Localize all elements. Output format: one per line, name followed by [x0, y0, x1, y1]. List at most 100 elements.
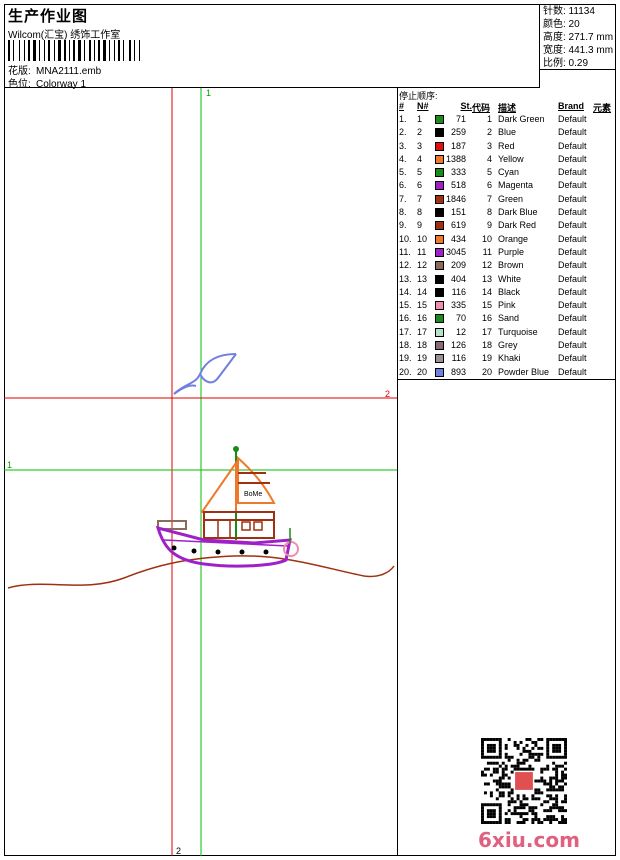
barcode-bar	[96, 40, 97, 61]
row-stitches: 335	[450, 300, 466, 311]
row-description: Khaki	[498, 353, 521, 364]
stitch-count: 针数: 11134	[543, 6, 595, 17]
row-index: 1.	[399, 114, 407, 124]
barcode-bar	[92, 40, 93, 61]
color-swatch	[435, 301, 444, 311]
row-stitches: 434	[450, 233, 466, 244]
row-needle: 13	[417, 273, 428, 284]
header-panel: 生产作业图 Wilcom(汇宝) 绣饰工作室 花版: MNA2111.emb 色位…	[4, 4, 540, 90]
header-brand: Brand	[558, 101, 585, 111]
barcode-bar	[116, 40, 117, 61]
row-needle: 15	[417, 300, 428, 311]
color-row: 13. 13 404 13 White Default	[398, 274, 616, 287]
barcode-bar	[136, 40, 138, 61]
row-code: 7	[486, 193, 492, 204]
color-table-rows: 1. 1 71 1 Dark Green Default 2. 2 259 2 Blue Defaul…	[398, 114, 616, 380]
row-code: 9	[486, 220, 492, 231]
row-stitches: 209	[450, 260, 466, 271]
row-index: 15.	[399, 300, 412, 311]
color-swatch	[435, 367, 444, 377]
sail-text: BoMe	[244, 491, 262, 498]
green-guide-label-top: 1	[206, 88, 211, 98]
row-brand: Default	[558, 340, 587, 351]
barcode-bar	[44, 40, 45, 61]
color-swatch	[435, 314, 444, 324]
row-brand: Default	[558, 366, 587, 377]
row-brand: Default	[558, 273, 587, 284]
row-needle: 10	[417, 233, 428, 244]
row-code: 10	[481, 233, 492, 244]
row-needle: 5	[417, 167, 423, 178]
barcode-bar	[28, 40, 30, 61]
row-brand: Default	[558, 260, 587, 271]
barcode-bar	[139, 40, 140, 61]
barcode-bar	[141, 40, 142, 61]
row-index: 8.	[399, 207, 407, 218]
color-row: 11. 11 3045 11 Purple Default	[398, 247, 616, 260]
row-brand: Default	[558, 286, 587, 297]
barcode-bar	[73, 40, 75, 61]
barcode-bar	[134, 40, 135, 61]
barcode-bar	[86, 40, 88, 61]
color-row: 1. 1 71 1 Dark Green Default	[398, 114, 616, 127]
row-needle: 4	[417, 153, 423, 164]
row-index: 10.	[399, 233, 412, 244]
row-brand: Default	[558, 127, 587, 138]
row-index: 5.	[399, 167, 407, 178]
row-description: Dark Green	[498, 114, 545, 124]
barcode-bar	[89, 40, 91, 61]
barcode-bar	[111, 40, 113, 61]
color-row: 19. 19 116 19 Khaki Default	[398, 353, 616, 366]
scale-value: 比例: 0.29	[543, 58, 589, 69]
row-index: 13.	[399, 273, 412, 284]
design-height: 高度: 271.7 mm	[543, 32, 614, 43]
row-code: 12	[481, 260, 492, 271]
barcode-bar	[15, 40, 18, 61]
barcode	[8, 40, 146, 61]
design-width: 宽度: 441.3 mm	[543, 45, 614, 56]
barcode-bar	[84, 40, 85, 61]
barcode-bar	[58, 40, 61, 61]
barcode-bar	[101, 40, 102, 61]
color-count: 颜色: 20	[543, 19, 580, 30]
color-swatch	[435, 234, 444, 244]
row-index: 16.	[399, 313, 412, 324]
row-code: 5	[486, 167, 492, 178]
row-description: Dark Red	[498, 220, 537, 231]
row-stitches: 333	[450, 167, 466, 178]
color-swatch	[435, 154, 444, 164]
row-code: 4	[486, 153, 492, 164]
row-needle: 20	[417, 366, 428, 377]
row-index: 6.	[399, 180, 407, 191]
barcode-bar	[8, 40, 10, 61]
barcode-bar	[78, 40, 81, 61]
barcode-bar	[109, 40, 110, 61]
row-index: 19.	[399, 353, 412, 364]
header-index: #	[399, 101, 405, 111]
color-swatch	[435, 115, 444, 124]
row-brand: Default	[558, 353, 587, 364]
color-row: 7. 7 1846 7 Green Default	[398, 194, 616, 207]
row-code: 14	[481, 286, 492, 297]
row-needle: 11	[417, 246, 427, 257]
row-needle: 6	[417, 180, 423, 191]
row-code: 17	[481, 326, 492, 337]
barcode-bar	[103, 40, 106, 61]
row-brand: Default	[558, 207, 587, 218]
color-row: 12. 12 209 12 Brown Default	[398, 260, 616, 273]
color-swatch	[435, 274, 444, 284]
row-index: 9.	[399, 220, 407, 231]
row-needle: 9	[417, 220, 423, 231]
barcode-bar	[26, 40, 27, 61]
barcode-bar	[39, 40, 40, 61]
row-index: 11.	[399, 246, 411, 257]
color-row: 6. 6 518 6 Magenta Default	[398, 180, 616, 193]
row-description: Turquoise	[498, 326, 538, 337]
row-description: Powder Blue	[498, 366, 550, 377]
row-code: 19	[481, 353, 492, 364]
barcode-bar	[71, 40, 72, 61]
row-brand: Default	[558, 233, 587, 244]
row-stitches: 259	[450, 127, 466, 138]
row-needle: 16	[417, 313, 428, 324]
barcode-bar	[41, 40, 43, 61]
